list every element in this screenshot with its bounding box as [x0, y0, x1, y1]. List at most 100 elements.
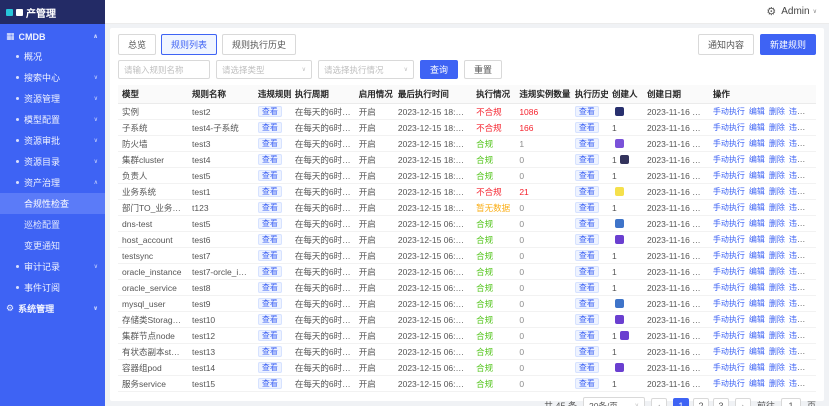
delete-link[interactable]: 删除	[769, 203, 785, 212]
view-rule-button[interactable]: 查看	[257, 266, 282, 277]
view-history-button[interactable]: 查看	[574, 298, 599, 309]
delete-link[interactable]: 删除	[769, 139, 785, 148]
view-history-button[interactable]: 查看	[574, 362, 599, 373]
page-number-button[interactable]: 3	[712, 397, 729, 406]
view-rule-button[interactable]: 查看	[257, 186, 282, 197]
sidebar-item[interactable]: ▦ CMDB ∧	[0, 27, 105, 46]
view-history-button[interactable]: 查看	[574, 250, 599, 261]
rule-name-input[interactable]	[118, 60, 210, 79]
manual-run-link[interactable]: 手动执行	[713, 251, 745, 260]
delete-link[interactable]: 删除	[769, 219, 785, 228]
sidebar-item[interactable]: 概况	[0, 46, 105, 67]
edit-link[interactable]: 编辑	[749, 203, 765, 212]
edit-link[interactable]: 编辑	[749, 139, 765, 148]
manual-run-link[interactable]: 手动执行	[713, 235, 745, 244]
violations-link[interactable]: 违规实例	[789, 123, 816, 132]
violations-link[interactable]: 违规实例	[789, 187, 816, 196]
sidebar-item[interactable]: 资源审批 ∨	[0, 130, 105, 151]
edit-link[interactable]: 编辑	[749, 299, 765, 308]
view-history-button[interactable]: 查看	[574, 234, 599, 245]
delete-link[interactable]: 删除	[769, 123, 785, 132]
edit-link[interactable]: 编辑	[749, 171, 765, 180]
edit-link[interactable]: 编辑	[749, 123, 765, 132]
view-history-button[interactable]: 查看	[574, 106, 599, 117]
delete-link[interactable]: 删除	[769, 299, 785, 308]
edit-link[interactable]: 编辑	[749, 267, 765, 276]
manual-run-link[interactable]: 手动执行	[713, 187, 745, 196]
edit-link[interactable]: 编辑	[749, 107, 765, 116]
view-history-button[interactable]: 查看	[574, 154, 599, 165]
sidebar-item[interactable]: 搜索中心 ∨	[0, 67, 105, 88]
sidebar-item[interactable]: 资源管理 ∨	[0, 88, 105, 109]
manual-run-link[interactable]: 手动执行	[713, 331, 745, 340]
delete-link[interactable]: 删除	[769, 331, 785, 340]
tab-overview[interactable]: 总览	[118, 34, 157, 55]
edit-link[interactable]: 编辑	[749, 283, 765, 292]
sidebar-item[interactable]: ⚙ 系统管理 ∨	[0, 298, 105, 319]
manual-run-link[interactable]: 手动执行	[713, 315, 745, 324]
sidebar-item[interactable]: 事件订阅	[0, 277, 105, 298]
admin-user-menu[interactable]: Admin ∨	[781, 6, 817, 17]
view-rule-button[interactable]: 查看	[257, 314, 282, 325]
violations-link[interactable]: 违规实例	[789, 107, 816, 116]
page-number-button[interactable]: 2	[692, 397, 709, 406]
view-rule-button[interactable]: 查看	[257, 282, 282, 293]
settings-gear-icon[interactable]: ⚙	[766, 5, 776, 18]
view-history-button[interactable]: 查看	[574, 314, 599, 325]
violations-link[interactable]: 违规实例	[789, 267, 816, 276]
view-history-button[interactable]: 查看	[574, 282, 599, 293]
view-rule-button[interactable]: 查看	[257, 330, 282, 341]
view-history-button[interactable]: 查看	[574, 170, 599, 181]
delete-link[interactable]: 删除	[769, 283, 785, 292]
manual-run-link[interactable]: 手动执行	[713, 107, 745, 116]
delete-link[interactable]: 删除	[769, 171, 785, 180]
goto-page-input[interactable]: 1	[780, 397, 801, 406]
edit-link[interactable]: 编辑	[749, 379, 765, 388]
view-rule-button[interactable]: 查看	[257, 106, 282, 117]
manual-run-link[interactable]: 手动执行	[713, 283, 745, 292]
view-rule-button[interactable]: 查看	[257, 122, 282, 133]
view-rule-button[interactable]: 查看	[257, 362, 282, 373]
sidebar-item[interactable]: 资产治理 ∧	[0, 172, 105, 193]
sidebar-subitem[interactable]: 巡检配置	[0, 214, 105, 235]
violations-link[interactable]: 违规实例	[789, 171, 816, 180]
violations-link[interactable]: 违规实例	[789, 139, 816, 148]
violations-link[interactable]: 违规实例	[789, 331, 816, 340]
manual-run-link[interactable]: 手动执行	[713, 299, 745, 308]
view-rule-button[interactable]: 查看	[257, 346, 282, 357]
delete-link[interactable]: 删除	[769, 315, 785, 324]
manual-run-link[interactable]: 手动执行	[713, 155, 745, 164]
view-history-button[interactable]: 查看	[574, 266, 599, 277]
view-history-button[interactable]: 查看	[574, 218, 599, 229]
manual-run-link[interactable]: 手动执行	[713, 139, 745, 148]
page-size-select[interactable]: 20条/页 ∨	[582, 397, 645, 406]
view-rule-button[interactable]: 查看	[257, 170, 282, 181]
query-button[interactable]: 查询	[420, 60, 459, 79]
tab-rule-list[interactable]: 规则列表	[161, 34, 218, 55]
edit-link[interactable]: 编辑	[749, 219, 765, 228]
view-rule-button[interactable]: 查看	[257, 218, 282, 229]
violations-link[interactable]: 违规实例	[789, 379, 816, 388]
manual-run-link[interactable]: 手动执行	[713, 363, 745, 372]
violations-link[interactable]: 违规实例	[789, 219, 816, 228]
violations-link[interactable]: 违规实例	[789, 347, 816, 356]
violations-link[interactable]: 违规实例	[789, 155, 816, 164]
edit-link[interactable]: 编辑	[749, 363, 765, 372]
view-rule-button[interactable]: 查看	[257, 202, 282, 213]
type-select[interactable]: 请选择类型 ∨	[216, 60, 312, 79]
manual-run-link[interactable]: 手动执行	[713, 203, 745, 212]
manual-run-link[interactable]: 手动执行	[713, 219, 745, 228]
violations-link[interactable]: 违规实例	[789, 299, 816, 308]
view-history-button[interactable]: 查看	[574, 138, 599, 149]
create-rule-button[interactable]: 新建规则	[759, 34, 816, 55]
edit-link[interactable]: 编辑	[749, 251, 765, 260]
prev-page-button[interactable]: ‹	[650, 397, 667, 406]
delete-link[interactable]: 删除	[769, 235, 785, 244]
page-number-button[interactable]: 1	[672, 397, 689, 406]
sidebar-item[interactable]: 模型配置 ∨	[0, 109, 105, 130]
view-rule-button[interactable]: 查看	[257, 250, 282, 261]
violations-link[interactable]: 违规实例	[789, 235, 816, 244]
view-rule-button[interactable]: 查看	[257, 138, 282, 149]
sidebar-item[interactable]: 审计记录 ∨	[0, 256, 105, 277]
delete-link[interactable]: 删除	[769, 267, 785, 276]
